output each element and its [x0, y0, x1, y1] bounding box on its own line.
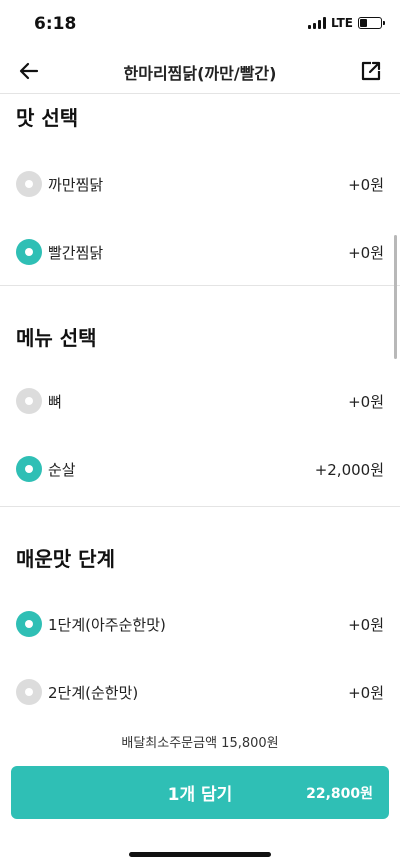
share-icon — [361, 61, 381, 81]
option-label: 빨간찜닭 — [48, 243, 104, 262]
min-order-text: 배달최소주문금액 15,800원 — [121, 736, 279, 751]
section-menu: 메뉴 선택 뼈 +0원 순살 +2,000원 — [0, 286, 400, 507]
section-spice-level: 매운맛 단계 1단계(아주순한맛) +0원 2단계(순한맛) +0원 — [0, 507, 400, 712]
arrow-left-icon — [19, 62, 39, 80]
signal-icon — [307, 17, 326, 29]
status-time: 6:18 — [34, 14, 77, 34]
radio-button[interactable] — [16, 456, 42, 482]
option-price: +0원 — [348, 392, 384, 411]
option-row[interactable]: 2단계(순한맛) +0원 — [0, 658, 400, 712]
footer: 배달최소주문금액 15,800원 1개 담기 22,800원 — [0, 712, 400, 866]
option-price: +0원 — [348, 243, 384, 262]
option-row[interactable]: 1단계(아주순한맛) +0원 — [0, 590, 400, 658]
option-label: 순살 — [48, 460, 76, 479]
radio-button[interactable] — [16, 239, 42, 265]
status-indicators: LTE — [307, 16, 385, 30]
radio-button[interactable] — [16, 611, 42, 637]
add-to-cart-button[interactable]: 1개 담기 22,800원 — [11, 766, 389, 819]
options-content[interactable]: 맛 선택 까만찜닭 +0원 빨간찜닭 +0원 메뉴 선택 뼈 +0원 순살 +2… — [0, 95, 400, 712]
option-label: 1단계(아주순한맛) — [48, 615, 166, 634]
section-title: 매운맛 단계 — [16, 547, 115, 571]
status-bar: 6:18 LTE — [0, 0, 400, 48]
option-price: +0원 — [348, 175, 384, 194]
option-row[interactable]: 뼈 +0원 — [0, 367, 400, 435]
option-price: +0원 — [348, 683, 384, 702]
scrollbar[interactable] — [394, 235, 397, 359]
option-row[interactable]: 까만찜닭 +0원 — [0, 150, 400, 218]
page-title: 한마리찜닭(까만/빨간) — [123, 64, 277, 83]
option-label: 2단계(순한맛) — [48, 683, 139, 702]
option-price: +0원 — [348, 615, 384, 634]
section-title: 메뉴 선택 — [16, 326, 97, 350]
nav-bar: 한마리찜닭(까만/빨간) — [0, 48, 400, 94]
section-title: 맛 선택 — [16, 106, 79, 130]
option-label: 뼈 — [48, 392, 62, 411]
radio-button[interactable] — [16, 171, 42, 197]
option-row[interactable]: 빨간찜닭 +0원 — [0, 218, 400, 286]
battery-icon — [358, 17, 385, 29]
network-label: LTE — [330, 16, 353, 30]
cart-total-price: 22,800원 — [306, 785, 373, 802]
back-button[interactable] — [14, 56, 44, 86]
option-label: 까만찜닭 — [48, 175, 104, 194]
option-price: +2,000원 — [314, 460, 384, 479]
radio-button[interactable] — [16, 679, 42, 705]
share-button[interactable] — [356, 56, 386, 86]
section-flavor: 맛 선택 까만찜닭 +0원 빨간찜닭 +0원 — [0, 95, 400, 286]
radio-button[interactable] — [16, 388, 42, 414]
option-row[interactable]: 순살 +2,000원 — [0, 435, 400, 503]
home-indicator — [129, 852, 271, 857]
